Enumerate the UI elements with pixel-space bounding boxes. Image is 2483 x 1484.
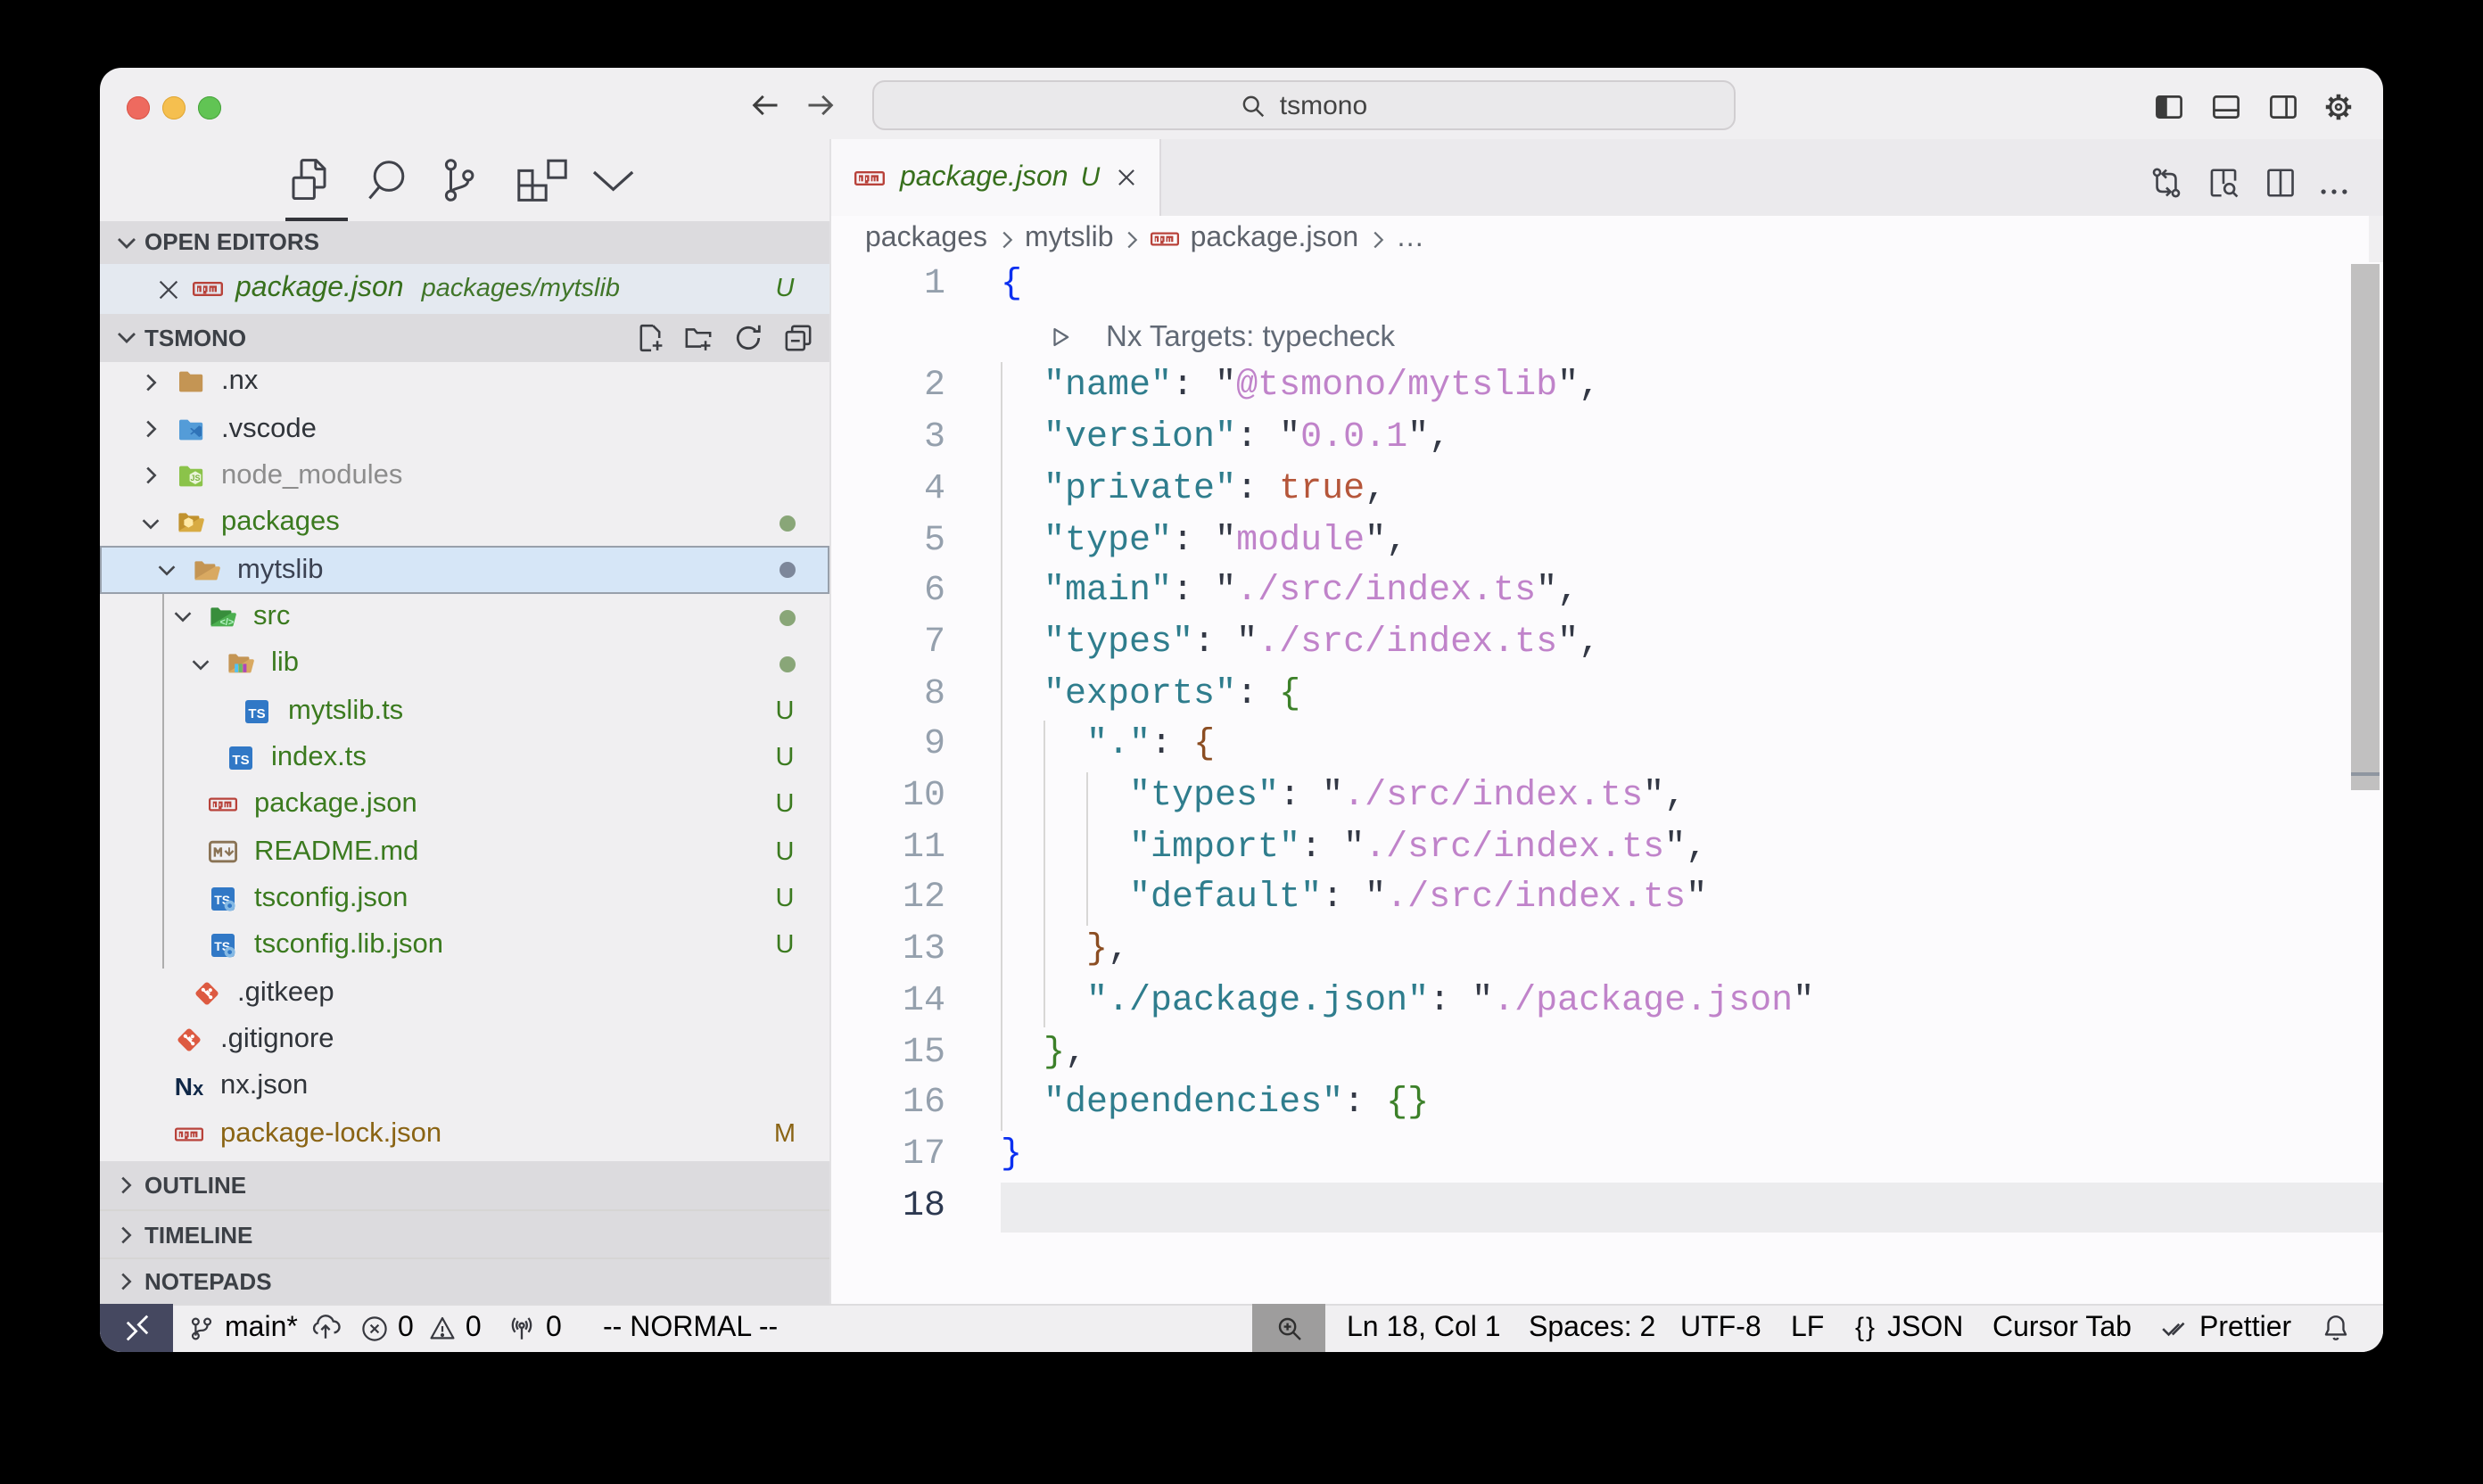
svg-text:</>: </> xyxy=(219,617,234,628)
svg-text:JS: JS xyxy=(189,474,199,482)
svg-text:TS: TS xyxy=(231,753,248,768)
svg-text:TS: TS xyxy=(248,705,265,721)
